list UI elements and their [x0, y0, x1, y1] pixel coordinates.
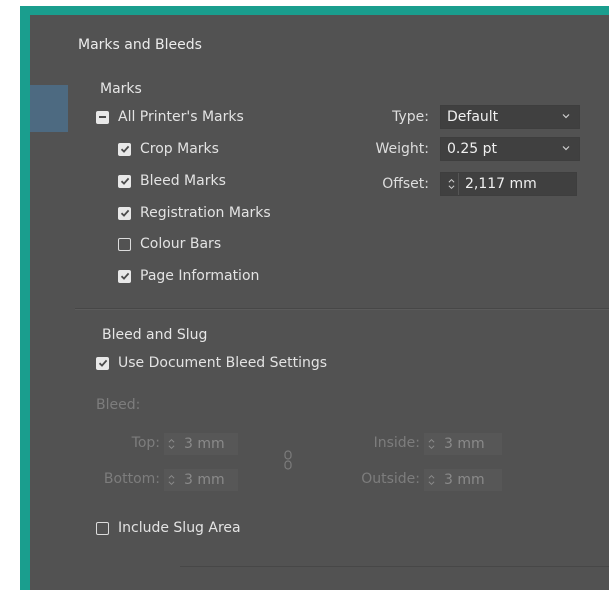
inside-value: 3 mm — [444, 436, 485, 452]
checkbox-registration-marks[interactable]: Registration Marks — [118, 204, 271, 222]
bottom-label: Bottom: — [103, 471, 160, 487]
checkbox-empty-icon[interactable] — [118, 237, 131, 251]
bleed-label: Bleed: — [96, 397, 141, 413]
weight-select[interactable]: 0.25 pt — [440, 137, 580, 161]
outside-input: 3 mm — [424, 469, 502, 491]
stepper-icon[interactable] — [444, 173, 459, 195]
chevron-down-icon — [562, 114, 570, 119]
sidebar-selection-tab — [30, 85, 68, 132]
checkbox-colour-bars[interactable]: Colour Bars — [118, 235, 221, 253]
bottom-value: 3 mm — [184, 472, 225, 488]
crop-marks-label: Crop Marks — [140, 141, 219, 157]
divider — [75, 309, 609, 310]
checkbox-checked-icon[interactable] — [118, 206, 131, 220]
weight-value: 0.25 pt — [447, 141, 497, 157]
checkbox-page-information[interactable]: Page Information — [118, 267, 259, 285]
marks-and-bleeds-panel: Marks and Bleeds Marks All Printer's Mar… — [30, 15, 609, 590]
checkbox-include-slug-area[interactable]: Include Slug Area — [96, 519, 241, 537]
all-printers-marks-label: All Printer's Marks — [118, 109, 244, 125]
stepper-icon — [424, 434, 438, 454]
page-information-label: Page Information — [140, 268, 260, 284]
divider — [180, 566, 609, 567]
checkbox-bleed-marks[interactable]: Bleed Marks — [118, 172, 226, 190]
checkbox-all-printers-marks[interactable]: All Printer's Marks — [96, 108, 244, 126]
bottom-input: 3 mm — [164, 469, 238, 491]
inside-input: 3 mm — [424, 433, 502, 455]
stepper-icon — [424, 470, 438, 490]
inside-label: Inside: — [373, 435, 420, 451]
top-label: Top: — [131, 435, 160, 451]
bleed-and-slug-header: Bleed and Slug — [102, 327, 208, 343]
type-select[interactable]: Default — [440, 105, 580, 129]
offset-label: Offset: — [382, 176, 429, 192]
chevron-down-icon — [562, 146, 570, 151]
offset-input[interactable]: 2,117 mm — [440, 172, 577, 196]
checkbox-checked-icon[interactable] — [118, 174, 131, 188]
marks-header: Marks — [100, 81, 142, 97]
top-value: 3 mm — [184, 436, 225, 452]
use-document-bleed-label: Use Document Bleed Settings — [118, 355, 328, 371]
include-slug-area-label: Include Slug Area — [118, 520, 241, 536]
top-input: 3 mm — [164, 433, 238, 455]
stepper-icon — [164, 434, 178, 454]
checkbox-crop-marks[interactable]: Crop Marks — [118, 140, 219, 158]
checkbox-checked-icon[interactable] — [96, 356, 109, 370]
outside-value: 3 mm — [444, 472, 485, 488]
section-title: Marks and Bleeds — [78, 37, 202, 53]
link-icon — [284, 450, 292, 470]
type-value: Default — [447, 109, 499, 125]
checkbox-use-document-bleed[interactable]: Use Document Bleed Settings — [96, 354, 327, 372]
offset-value: 2,117 mm — [465, 176, 537, 192]
type-label: Type: — [392, 109, 429, 125]
checkbox-checked-icon[interactable] — [118, 269, 131, 283]
bleed-marks-label: Bleed Marks — [140, 173, 226, 189]
checkbox-checked-icon[interactable] — [118, 142, 131, 156]
registration-marks-label: Registration Marks — [140, 205, 271, 221]
colour-bars-label: Colour Bars — [140, 236, 222, 252]
weight-label: Weight: — [375, 141, 430, 157]
outside-label: Outside: — [361, 471, 420, 487]
stepper-icon — [164, 470, 178, 490]
checkbox-mixed-icon[interactable] — [96, 110, 109, 124]
checkbox-empty-icon[interactable] — [96, 521, 109, 535]
